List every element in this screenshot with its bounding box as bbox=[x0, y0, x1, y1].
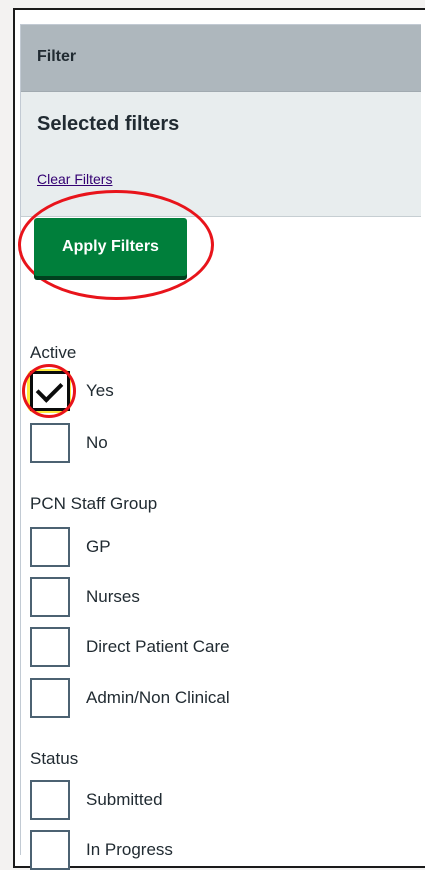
apply-filters-button[interactable]: Apply Filters bbox=[34, 218, 187, 276]
option-label-submitted: Submitted bbox=[86, 790, 163, 809]
filter-panel-header: Filter bbox=[21, 25, 421, 92]
option-no: No bbox=[30, 423, 330, 463]
checkbox-no[interactable] bbox=[30, 423, 70, 463]
option-nurses: Nurses bbox=[30, 577, 330, 617]
checkbox-nurses[interactable] bbox=[30, 577, 70, 617]
option-gp: GP bbox=[30, 527, 330, 567]
filter-panel-title: Filter bbox=[37, 48, 77, 65]
option-submitted: Submitted bbox=[30, 780, 330, 820]
selected-filters-heading: Selected filters bbox=[37, 113, 180, 135]
option-direct-patient-care: Direct Patient Care bbox=[30, 627, 330, 667]
checkbox-admin-non-clinical[interactable] bbox=[30, 678, 70, 718]
checkbox-direct-patient-care[interactable] bbox=[30, 627, 70, 667]
checkbox-submitted[interactable] bbox=[30, 780, 70, 820]
option-label-in-progress: In Progress bbox=[86, 840, 173, 859]
checkbox-gp[interactable] bbox=[30, 527, 70, 567]
clear-filters-link[interactable]: Clear Filters bbox=[37, 171, 112, 187]
option-label-nurses: Nurses bbox=[86, 587, 140, 606]
checkmark-icon bbox=[35, 375, 64, 403]
option-label-admin-non-clinical: Admin/Non Clinical bbox=[86, 688, 230, 707]
checkbox-in-progress[interactable] bbox=[30, 830, 70, 870]
option-label-no: No bbox=[86, 433, 108, 452]
group-label-active: Active bbox=[30, 343, 77, 362]
option-label-yes: Yes bbox=[86, 381, 114, 400]
option-label-gp: GP bbox=[86, 537, 111, 556]
option-admin-non-clinical: Admin/Non Clinical bbox=[30, 678, 330, 718]
group-label-status: Status bbox=[30, 749, 79, 768]
option-in-progress: In Progress bbox=[30, 830, 330, 870]
checkbox-yes[interactable] bbox=[30, 371, 70, 411]
group-label-pcn-staff: PCN Staff Group bbox=[30, 494, 158, 513]
selected-filters-box: Selected filters Clear Filters bbox=[21, 92, 421, 217]
option-yes: Yes bbox=[30, 371, 330, 411]
option-label-direct-patient-care: Direct Patient Care bbox=[86, 637, 230, 656]
